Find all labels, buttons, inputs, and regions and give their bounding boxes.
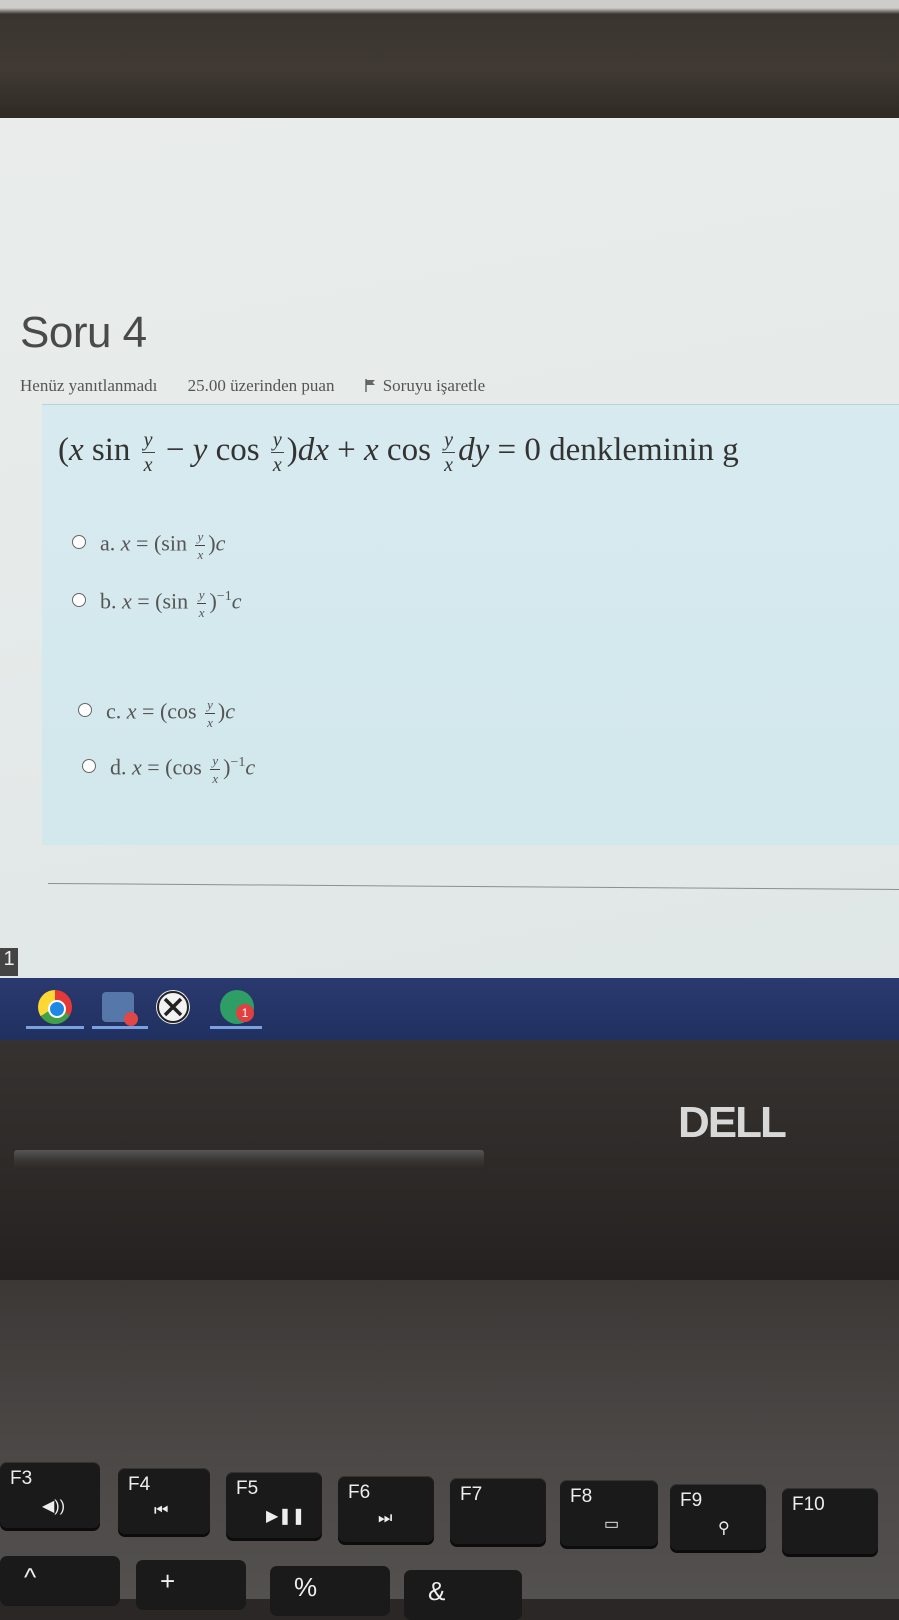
key-f7[interactable]: F7: [450, 1478, 546, 1544]
key-f7-label: F7: [460, 1484, 483, 1505]
option-d-radio[interactable]: [82, 758, 96, 773]
whatsapp-icon[interactable]: 1: [220, 990, 254, 1024]
option-c[interactable]: c. x = (cos y x)c: [78, 698, 235, 729]
question-meta: Henüz yanıtlanmadı 25.00 üzerinden puan …: [20, 376, 511, 396]
key-f6[interactable]: F6 ⏭: [338, 1476, 434, 1542]
flag-question-link[interactable]: Soruyu işaretle: [365, 376, 485, 395]
taskbar-number: 1: [0, 948, 18, 976]
option-a-letter: a.: [100, 530, 116, 556]
key-caret-label: ^: [24, 1562, 37, 1592]
key-f4[interactable]: F4 ⏮: [118, 1468, 210, 1534]
keyboard-deck: [0, 1280, 899, 1599]
question-title: Soru 4: [20, 308, 147, 357]
key-f3[interactable]: F3 ◀)): [0, 1462, 100, 1528]
app-active-indicator: [92, 1026, 148, 1029]
key-ampersand[interactable]: &: [404, 1570, 522, 1620]
option-d[interactable]: d. x = (cos y x)−1c: [82, 754, 255, 785]
option-c-radio[interactable]: [78, 702, 92, 717]
key-percent[interactable]: %: [270, 1566, 390, 1616]
option-c-func: cos: [167, 698, 197, 724]
next-track-icon: ⏭: [378, 1510, 393, 1527]
laptop-bezel-top: [0, 0, 899, 118]
play-pause-icon: ▶❚❚: [266, 1508, 306, 1525]
previous-track-icon: ⏮: [154, 1502, 169, 1519]
dell-logo: DELL: [678, 1098, 787, 1147]
whatsapp-active-indicator: [210, 1026, 262, 1029]
option-a-func: sin: [161, 530, 187, 556]
flag-icon: [365, 379, 375, 392]
key-plus-label: +: [160, 1566, 176, 1596]
key-plus[interactable]: +: [136, 1560, 246, 1610]
key-f9[interactable]: F9 ⚲: [670, 1484, 766, 1550]
key-f8[interactable]: F8 ▭: [560, 1480, 658, 1546]
xbox-glyph: [157, 991, 189, 1023]
notification-badge: 1: [236, 1004, 254, 1022]
key-f8-label: F8: [570, 1486, 593, 1507]
key-f3-label: F3: [10, 1468, 33, 1489]
search-icon: ⚲: [718, 1520, 730, 1537]
key-f4-label: F4: [128, 1474, 151, 1495]
question-divider: [48, 882, 899, 891]
xbox-icon[interactable]: [156, 990, 190, 1024]
taskbar: [0, 978, 899, 1040]
key-f5[interactable]: F5 ▶❚❚: [226, 1472, 322, 1538]
volume-up-icon: ◀)): [42, 1498, 65, 1515]
flag-question-label: Soruyu işaretle: [382, 376, 486, 395]
laptop-hinge: [14, 1150, 484, 1170]
key-ampersand-label: &: [428, 1576, 446, 1606]
equation-tail: = 0 denkleminin g: [497, 432, 739, 469]
question-status: Henüz yanıtlanmadı: [20, 376, 158, 395]
option-b-letter: b.: [100, 588, 117, 614]
app-window-icon[interactable]: [102, 992, 138, 1026]
key-f5-label: F5: [236, 1478, 259, 1499]
project-screen-icon: ▭: [604, 1516, 620, 1533]
key-f9-label: F9: [680, 1490, 703, 1511]
key-f10-label: F10: [792, 1494, 825, 1515]
option-b-radio[interactable]: [72, 592, 86, 607]
option-a[interactable]: a. x = (sin y x)c: [72, 530, 225, 561]
option-d-letter: d.: [110, 754, 127, 780]
key-f6-label: F6: [348, 1482, 371, 1503]
question-points: 25.00 üzerinden puan: [187, 376, 335, 395]
option-d-power: −1: [230, 755, 246, 771]
option-d-func: cos: [172, 754, 202, 780]
key-f10[interactable]: F10: [782, 1488, 878, 1554]
option-b-func: sin: [162, 588, 189, 614]
option-b-power: −1: [216, 589, 232, 605]
question-equation: (x sin yx − y cos y x)dx + x cos y x dy = 0…: [58, 429, 739, 476]
option-b[interactable]: b. x = (sin y x)−1c: [72, 588, 241, 619]
key-percent-label: %: [294, 1572, 318, 1602]
chrome-icon[interactable]: [38, 990, 72, 1024]
chrome-active-indicator: [26, 1026, 84, 1029]
option-a-radio[interactable]: [72, 534, 86, 549]
option-c-letter: c.: [106, 698, 122, 724]
laptop-screen: Soru 4 Henüz yanıtlanmadı 25.00 üzerinde…: [0, 118, 899, 1048]
